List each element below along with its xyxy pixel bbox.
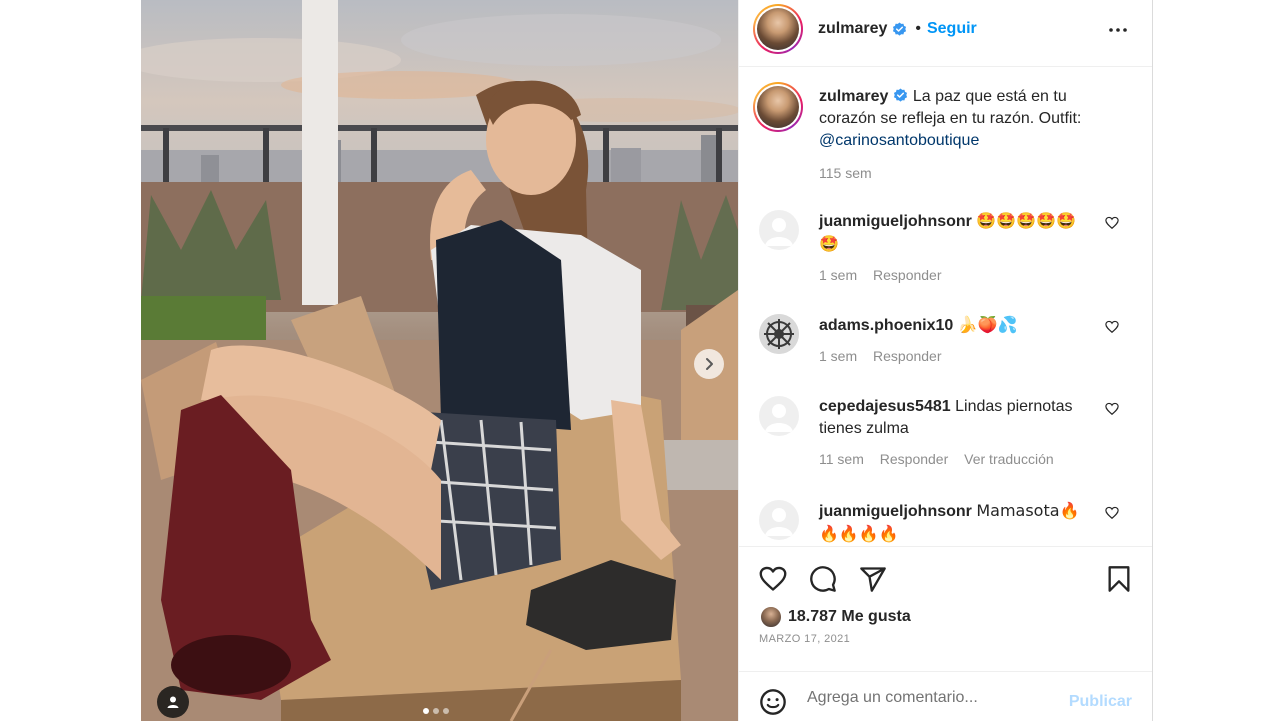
- header-separator: •: [915, 20, 921, 37]
- verified-badge-icon: [894, 88, 908, 102]
- verified-badge-icon: [893, 21, 907, 36]
- commenter-username[interactable]: juanmigueljohnsonr: [819, 213, 972, 230]
- post-photo[interactable]: [141, 0, 738, 721]
- caption-author-avatar[interactable]: [753, 82, 803, 132]
- carousel-dot: [433, 708, 439, 714]
- post-comment-button[interactable]: Publicar: [1069, 693, 1132, 711]
- reply-button[interactable]: Responder: [880, 451, 949, 467]
- commenter-avatar[interactable]: [759, 314, 799, 354]
- commenter-username[interactable]: cepedajesus5481: [819, 398, 951, 415]
- post-header: zulmarey • Seguir: [739, 0, 1152, 67]
- commenter-avatar[interactable]: [759, 396, 799, 436]
- caption-text-block: zulmarey La paz que está en tu corazón s…: [819, 86, 1119, 184]
- bookmark-icon[interactable]: [1106, 565, 1132, 593]
- comment-icon[interactable]: [809, 565, 837, 593]
- comment-item: adams.phoenix10 🍌🍑💦 1 sem Responder: [755, 314, 1135, 374]
- likes-summary[interactable]: 18.787 Me gusta: [759, 605, 911, 629]
- caption-username[interactable]: zulmarey: [819, 88, 888, 105]
- comment-like-heart-icon[interactable]: [1105, 506, 1119, 520]
- comment-item: cepedajesus5481 Lindas piernotas tienes …: [755, 396, 1135, 476]
- liker-avatar: [759, 605, 783, 629]
- comment-timestamp[interactable]: 1 sem: [819, 348, 857, 364]
- comment-like-heart-icon[interactable]: [1105, 402, 1119, 416]
- heart-icon[interactable]: [759, 565, 787, 593]
- user-tag-icon: [167, 696, 179, 708]
- author-avatar[interactable]: [753, 4, 803, 54]
- comment-timestamp[interactable]: 1 sem: [819, 267, 857, 283]
- comment-input[interactable]: [807, 684, 1107, 712]
- carousel-indicator: [423, 708, 449, 714]
- post-details-panel: zulmarey • Seguir zulmarey La paz que es…: [738, 0, 1153, 721]
- more-options-icon[interactable]: [1106, 18, 1130, 42]
- comment-item: juanmigueljohnsonr 🤩🤩🤩🤩🤩🤩 1 sem Responde…: [755, 210, 1135, 290]
- post-actions: 18.787 Me gusta MARZO 17, 2021: [739, 546, 1152, 671]
- reply-button[interactable]: Responder: [873, 348, 942, 364]
- share-icon[interactable]: [859, 565, 887, 593]
- commenter-username[interactable]: juanmigueljohnsonr: [819, 503, 972, 520]
- carousel-dot: [443, 708, 449, 714]
- post-caption: zulmarey La paz que está en tu corazón s…: [753, 82, 1125, 192]
- comment-text: 🍌🍑💦: [957, 315, 1018, 334]
- post-image: [141, 0, 738, 721]
- add-comment-bar: Publicar: [739, 671, 1152, 721]
- commenter-avatar[interactable]: [759, 210, 799, 250]
- translate-button[interactable]: Ver traducción: [964, 451, 1054, 467]
- comment-timestamp[interactable]: 11 sem: [819, 451, 864, 467]
- comment-item: juanmigueljohnsonr Mamasota🔥🔥🔥🔥🔥: [755, 500, 1135, 546]
- comment-like-heart-icon[interactable]: [1105, 216, 1119, 230]
- commenter-avatar[interactable]: [759, 500, 799, 540]
- caption-timestamp[interactable]: 115 sem: [819, 165, 872, 181]
- comments-list[interactable]: zulmarey La paz que está en tu corazón s…: [739, 68, 1152, 546]
- post-date[interactable]: MARZO 17, 2021: [759, 633, 850, 645]
- follow-button[interactable]: Seguir: [927, 20, 977, 38]
- next-arrow-icon: [706, 358, 713, 370]
- carousel-dot: [423, 708, 429, 714]
- carousel-next-button[interactable]: [694, 349, 724, 379]
- user-tags-button[interactable]: [157, 686, 189, 718]
- caption-mention-link[interactable]: @carinosantoboutique: [819, 132, 979, 149]
- author-username[interactable]: zulmarey: [818, 20, 887, 38]
- comment-like-heart-icon[interactable]: [1105, 320, 1119, 334]
- commenter-username[interactable]: adams.phoenix10: [819, 317, 953, 334]
- emoji-icon[interactable]: [759, 688, 787, 716]
- likes-count[interactable]: 18.787 Me gusta: [788, 608, 911, 626]
- reply-button[interactable]: Responder: [873, 267, 942, 283]
